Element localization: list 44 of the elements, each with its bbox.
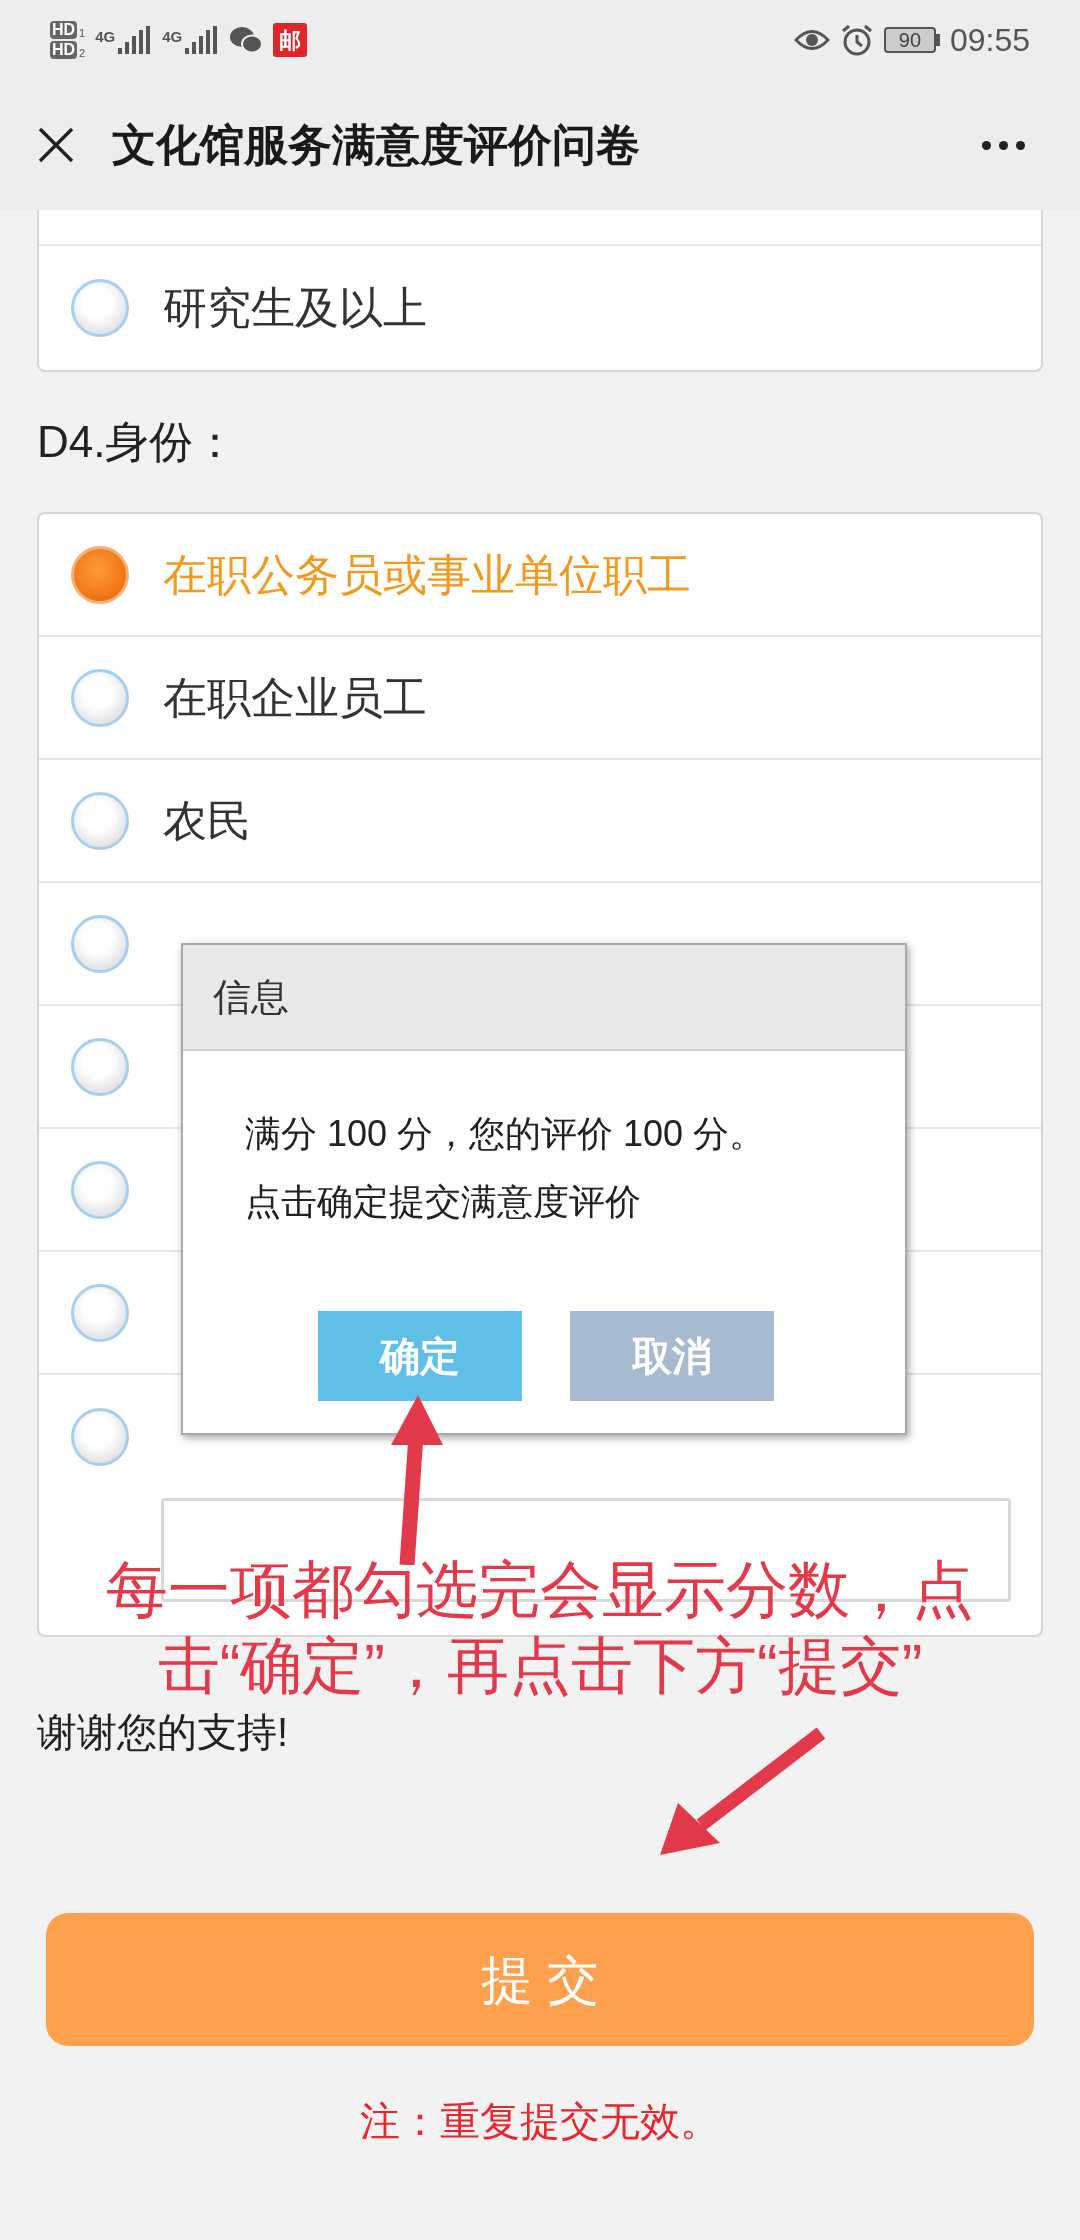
more-button[interactable] [982,140,1025,150]
clock-time: 09:55 [949,21,1030,60]
battery-icon: 90 [883,27,936,53]
option-row[interactable]: 研究生及以上 [39,246,1041,370]
option-label: 在职企业员工 [163,671,427,724]
alarm-icon [839,23,874,57]
dialog-message: 满分 100 分，您的评价 100 分。 [245,1112,767,1156]
radio-button[interactable] [71,1407,129,1466]
signal-icon [118,26,153,54]
page-title: 文化馆服务满意度评价问卷 [112,119,641,171]
question-title: D4.身份： [37,416,238,468]
sim-slot: 1 [79,27,86,39]
sim-slot: 2 [79,47,86,59]
radio-button[interactable] [71,1160,129,1219]
chat-icon [229,25,264,55]
eye-icon [793,27,830,53]
radio-button[interactable] [71,791,129,850]
annotation-text: 击“确定”，再点击下方“提交” [157,1630,923,1702]
radio-button[interactable] [71,914,129,973]
dialog-message: 点击确定提交满意度评价 [245,1180,642,1224]
network-label: 4G [95,27,116,47]
hd-badge: HD [50,41,78,59]
option-row[interactable]: 在职企业员工 [39,637,1041,760]
dialog-button[interactable]: 确定 [318,1311,522,1401]
option-label: 研究生及以上 [163,282,427,334]
radio-button[interactable] [71,545,129,604]
dialog-button[interactable]: 取消 [570,1311,774,1401]
option-label: 在职公务员或事业单位职工 [163,548,691,601]
hd-badge: HD [50,21,78,39]
thanks-text: 谢谢您的支持! [37,1709,289,1756]
option-label: 农民 [163,794,251,847]
radio-button[interactable] [71,279,129,337]
annotation-text: 每一项都勾选完会显示分数，点 [106,1554,974,1626]
note-text: 注：重复提交无效。 [360,2098,720,2145]
radio-button[interactable] [71,1037,129,1096]
signal-icon [185,26,220,54]
submit-button[interactable]: 提 交 [46,1913,1034,2046]
network-label: 4G [162,27,183,47]
radio-button[interactable] [71,668,129,727]
mail-app-icon: 邮 [273,23,308,57]
radio-button[interactable] [71,1283,129,1342]
option-row[interactable]: 在职公务员或事业单位职工 [39,514,1041,637]
dialog-title: 信息 [213,974,289,1020]
option-row[interactable]: 农民 [39,760,1041,883]
